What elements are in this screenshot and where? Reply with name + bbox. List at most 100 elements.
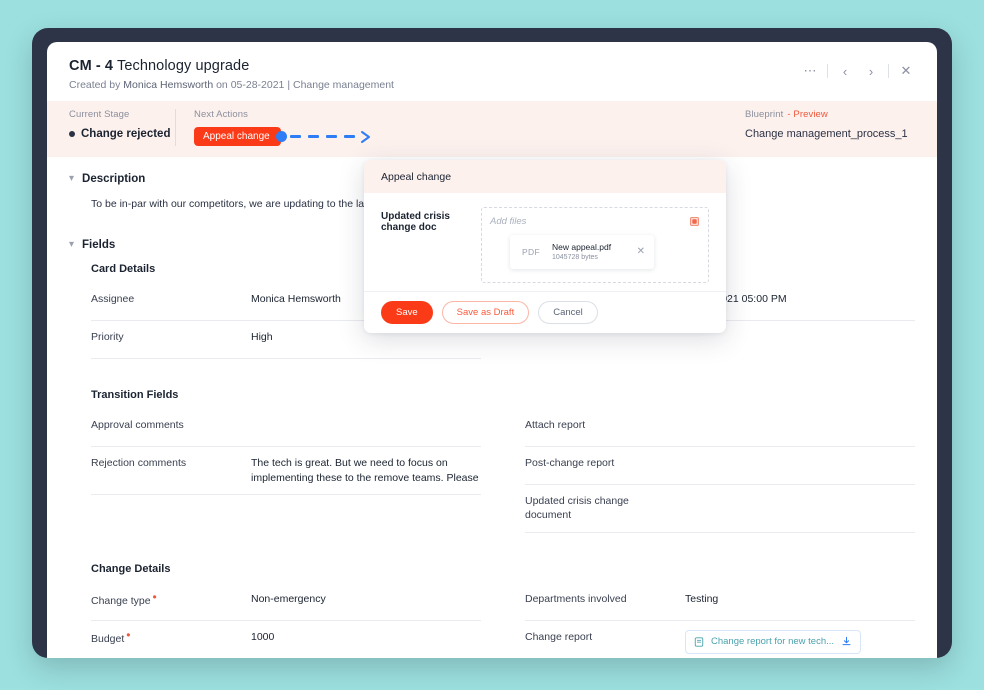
field-row: Change type• Non-emergency: [91, 583, 481, 621]
blueprint-label-text: Blueprint: [745, 109, 783, 120]
ticket-title: Technology upgrade: [117, 58, 249, 74]
dialog-title: Appeal change: [381, 171, 451, 183]
arrow-right-icon: [359, 130, 373, 144]
field-row: Approval comments: [91, 409, 481, 447]
field-row: Change report Change report for new tech…: [525, 621, 915, 658]
column-left: Approval comments Rejection comments The…: [91, 409, 481, 533]
column-left: Change type• Non-emergency Budget• 1000: [91, 583, 481, 658]
field-label: Change type•: [91, 592, 251, 608]
field-label: Post-change report: [525, 456, 685, 470]
document-icon: [694, 637, 704, 647]
remove-file-icon[interactable]: ✕: [631, 246, 645, 257]
ticket-id: CM - 4: [69, 58, 113, 74]
attachment-name: Change report for new tech...: [711, 635, 834, 649]
dialog-footer: Save Save as Draft Cancel: [364, 291, 726, 333]
field-value-attachment: Change report for new tech...: [685, 630, 915, 654]
next-actions-label: Next Actions: [194, 109, 745, 120]
group-title-change-details: Change Details: [69, 563, 915, 575]
field-label: Change report: [525, 630, 685, 644]
field-label-text: Change type: [91, 595, 151, 607]
dialog-header: Appeal change: [364, 160, 726, 193]
next-record-icon[interactable]: ›: [858, 60, 884, 82]
group-change-details: Change type• Non-emergency Budget• 1000 …: [69, 583, 915, 658]
dash-icon: [344, 135, 355, 138]
created-prefix: Created by: [69, 79, 120, 91]
appeal-change-button[interactable]: Appeal change: [194, 127, 281, 146]
column-right: Departments involved Testing Change repo…: [525, 583, 915, 658]
column-right: Attach report Post-change report Updated…: [525, 409, 915, 533]
chevron-down-icon[interactable]: ▾: [69, 240, 74, 250]
description-title: Description: [82, 173, 145, 185]
field-value[interactable]: 1000: [251, 630, 481, 645]
save-button[interactable]: Save: [381, 301, 433, 324]
current-stage-block: Current Stage Change rejected: [69, 109, 175, 140]
file-dropzone[interactable]: Add files PDF New appeal.pdf 1045728 byt…: [481, 207, 709, 283]
subtitle-separator: |: [287, 79, 290, 91]
field-value[interactable]: The tech is great. But we need to focus …: [251, 456, 481, 486]
more-options-icon[interactable]: ⋯: [797, 60, 823, 82]
field-label: Approval comments: [91, 418, 251, 432]
field-label: Departments involved: [525, 592, 685, 606]
transition-knob-icon: [276, 131, 287, 142]
field-row: Updated crisis change document: [525, 485, 915, 533]
current-stage-label: Current Stage: [69, 109, 175, 120]
chevron-down-icon[interactable]: ▾: [69, 174, 74, 184]
blueprint-name: Change management_process_1: [745, 127, 915, 142]
dropzone-top-row: Add files: [490, 213, 700, 229]
required-indicator: •: [153, 590, 157, 604]
dash-icon: [326, 135, 337, 138]
stage-banner: Current Stage Change rejected Next Actio…: [47, 101, 937, 157]
previous-record-icon[interactable]: ‹: [832, 60, 858, 82]
change-report-attachment-chip[interactable]: Change report for new tech...: [685, 630, 861, 654]
field-row: Budget• 1000: [91, 621, 481, 658]
transition-dashes: [290, 135, 355, 138]
header-actions: ⋯ ‹ › ✕: [797, 60, 919, 82]
blueprint-preview-link[interactable]: - Preview: [787, 109, 828, 120]
card-subtitle: Created by Monica Hemsworth on 05-28-202…: [69, 79, 915, 91]
cancel-button[interactable]: Cancel: [538, 301, 598, 324]
field-value[interactable]: Non-emergency: [251, 592, 481, 607]
created-on: on 05-28-2021: [216, 79, 284, 91]
blueprint-block: Blueprint - Preview Change management_pro…: [745, 109, 915, 142]
stage-dot-icon: [69, 131, 75, 137]
page-title: CM - 4 Technology upgrade: [69, 58, 915, 74]
blueprint-label: Blueprint - Preview: [745, 109, 915, 120]
dash-icon: [308, 135, 319, 138]
dialog-body: Updated crisis change doc Add files PDF: [364, 193, 726, 283]
divider: [827, 64, 828, 78]
module-name: Change management: [293, 79, 394, 91]
field-value[interactable]: Testing: [685, 592, 915, 607]
field-row: Attach report: [525, 409, 915, 447]
screen: CM - 4 Technology upgrade Created by Mon…: [0, 0, 984, 690]
field-label: Attach report: [525, 418, 685, 432]
required-indicator: •: [126, 628, 130, 642]
file-size: 1045728 bytes: [552, 253, 631, 262]
download-icon[interactable]: [841, 636, 852, 647]
divider: [888, 64, 889, 78]
save-as-draft-button[interactable]: Save as Draft: [442, 301, 530, 324]
attach-file-icon[interactable]: [689, 216, 700, 227]
file-type-label: PDF: [510, 247, 552, 257]
attached-file-card: PDF New appeal.pdf 1045728 bytes ✕: [510, 235, 654, 269]
dash-icon: [290, 135, 301, 138]
field-label: Assignee: [91, 292, 251, 306]
field-label: Updated crisis change document: [525, 494, 635, 522]
group-transition-fields: Approval comments Rejection comments The…: [69, 409, 915, 533]
fields-title: Fields: [82, 239, 115, 251]
field-label: Rejection comments: [91, 456, 251, 470]
dialog-field-label: Updated crisis change doc: [381, 207, 481, 283]
field-label-text: Budget: [91, 633, 124, 645]
record-detail-sheet: CM - 4 Technology upgrade Created by Mon…: [47, 42, 937, 658]
dialog-field: Add files PDF New appeal.pdf 1045728 byt…: [481, 207, 709, 283]
group-title-transition-fields: Transition Fields: [69, 389, 915, 401]
next-action-row: Appeal change: [194, 127, 745, 146]
current-stage-value: Change rejected: [81, 128, 170, 140]
file-name: New appeal.pdf: [552, 242, 631, 253]
file-meta: New appeal.pdf 1045728 bytes: [552, 242, 631, 262]
created-by: Monica Hemsworth: [123, 79, 213, 91]
field-label: Priority: [91, 330, 251, 344]
add-files-placeholder[interactable]: Add files: [490, 216, 526, 227]
field-label: Budget•: [91, 630, 251, 646]
close-icon[interactable]: ✕: [893, 60, 919, 82]
field-row: Rejection comments The tech is great. Bu…: [91, 447, 481, 495]
